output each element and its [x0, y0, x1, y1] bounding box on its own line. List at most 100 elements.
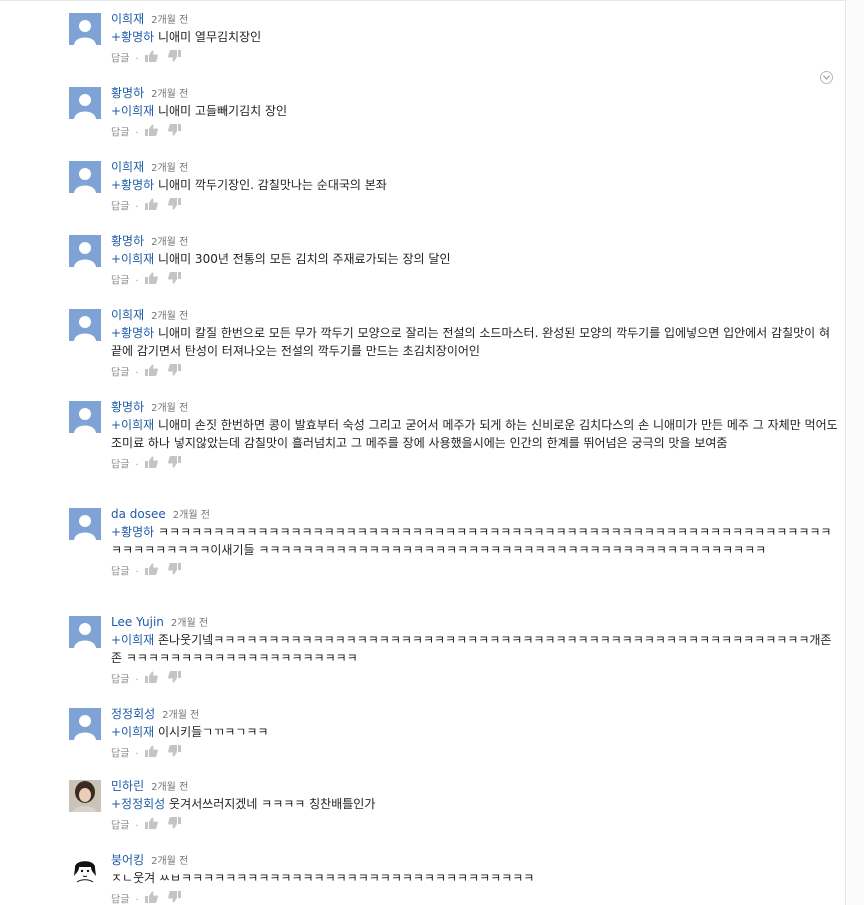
reply-button[interactable]: 답글	[111, 675, 129, 686]
comment-meta: 이희재 2개월 전	[111, 306, 841, 322]
mention-link[interactable]: +이희재	[111, 633, 154, 647]
mention-link[interactable]: +이희재	[111, 725, 154, 739]
comment-content: 니애미 깍두기장인. 감칠맛나는 순대국의 본좌	[154, 178, 387, 192]
comment-meta: da dosee 2개월 전	[111, 505, 841, 521]
reply-button[interactable]: 답글	[111, 128, 129, 139]
comment-timestamp: 2개월 전	[172, 510, 210, 521]
comment-content: 니애미 고들빼기김치 장인	[154, 104, 288, 118]
comment-author-link[interactable]: Lee Yujin	[111, 615, 164, 629]
reply-button[interactable]: 답글	[111, 895, 129, 905]
thumbs-up-icon[interactable]	[144, 50, 158, 67]
avatar[interactable]	[69, 616, 101, 648]
thumbs-up-icon[interactable]	[144, 456, 158, 473]
mention-link[interactable]: +황명하	[111, 525, 154, 539]
chevron-down-circle-icon[interactable]	[820, 71, 833, 84]
separator: ·	[135, 367, 139, 379]
comment-author-link[interactable]: 황명하	[111, 86, 144, 100]
reply-button[interactable]: 답글	[111, 276, 129, 287]
separator: ·	[135, 820, 139, 832]
reply-button[interactable]: 답글	[111, 567, 129, 578]
thumbs-down-icon[interactable]	[167, 272, 181, 289]
thumbs-down-icon[interactable]	[167, 456, 181, 473]
reply-button[interactable]: 답글	[111, 202, 129, 213]
comment-actions: 답글 ·	[111, 456, 841, 473]
thumbs-up-icon[interactable]	[144, 364, 158, 381]
comment-body: Lee Yujin 2개월 전 +이희재 존나웃기넼ㅋㅋㅋㅋㅋㅋㅋㅋㅋㅋㅋㅋㅋㅋㅋ…	[111, 613, 841, 688]
reply-button[interactable]: 답글	[111, 460, 129, 471]
avatar[interactable]	[69, 13, 101, 45]
mention-link[interactable]: +황명하	[111, 326, 154, 340]
mention-link[interactable]: +황명하	[111, 30, 154, 44]
comment-text: +이희재 존나웃기넼ㅋㅋㅋㅋㅋㅋㅋㅋㅋㅋㅋㅋㅋㅋㅋㅋㅋㅋㅋㅋㅋㅋㅋㅋㅋㅋㅋㅋㅋㅋ…	[111, 631, 841, 667]
mention-link[interactable]: +이희재	[111, 418, 154, 432]
comment-text: +이희재 니애미 고들빼기김치 장인	[111, 102, 841, 120]
comment-body: 정정회성 2개월 전 +이희재 이시키들ㄱㄲㅋㄱㅋㅋ 답글 ·	[111, 705, 841, 762]
thumbs-down-icon[interactable]	[167, 124, 181, 141]
avatar[interactable]	[69, 161, 101, 193]
thumbs-up-icon[interactable]	[144, 891, 158, 905]
comment-author-link[interactable]: 황명하	[111, 400, 144, 414]
comment-meta: Lee Yujin 2개월 전	[111, 613, 841, 629]
comment-body: da dosee 2개월 전 +황명하 ㅋㅋㅋㅋㅋㅋㅋㅋㅋㅋㅋㅋㅋㅋㅋㅋㅋㅋㅋㅋㅋ…	[111, 505, 841, 580]
separator: ·	[135, 127, 139, 139]
reply-button[interactable]: 답글	[111, 368, 129, 379]
thumbs-down-icon[interactable]	[167, 50, 181, 67]
comment-meta: 이희재 2개월 전	[111, 10, 841, 26]
comment-actions: 답글 ·	[111, 124, 841, 141]
avatar[interactable]	[69, 854, 101, 886]
comment-meta: 황명하 2개월 전	[111, 398, 841, 414]
reply-button[interactable]: 답글	[111, 54, 129, 65]
thumbs-down-icon[interactable]	[167, 817, 181, 834]
separator: ·	[135, 275, 139, 287]
comment-author-link[interactable]: 이희재	[111, 160, 144, 174]
comment-author-link[interactable]: 정정회성	[111, 707, 155, 721]
avatar[interactable]	[69, 780, 101, 812]
comment-actions: 답글 ·	[111, 745, 841, 762]
mention-link[interactable]: +이희재	[111, 104, 154, 118]
avatar[interactable]	[69, 708, 101, 740]
comment-author-link[interactable]: 황명하	[111, 234, 144, 248]
thumbs-down-icon[interactable]	[167, 364, 181, 381]
comment-author-link[interactable]: 이희재	[111, 308, 144, 322]
thumbs-down-icon[interactable]	[167, 671, 181, 688]
comment-content: 니애미 열무김치장인	[154, 30, 262, 44]
thumbs-down-icon[interactable]	[167, 563, 181, 580]
mention-link[interactable]: +정정회성	[111, 797, 165, 811]
thumbs-up-icon[interactable]	[144, 671, 158, 688]
mention-link[interactable]: +이희재	[111, 252, 154, 266]
thumbs-up-icon[interactable]	[144, 198, 158, 215]
comment-author-link[interactable]: 이희재	[111, 12, 144, 26]
comment-timestamp: 2개월 전	[151, 311, 189, 322]
reply-button[interactable]: 답글	[111, 821, 129, 832]
thumbs-up-icon[interactable]	[144, 563, 158, 580]
side-panel	[846, 0, 864, 905]
avatar[interactable]	[69, 508, 101, 540]
thumbs-down-icon[interactable]	[167, 198, 181, 215]
comment-actions: 답글 ·	[111, 198, 841, 215]
comment-content: 니애미 손짓 한번하면 콩이 발효부터 숙성 그리고 굳어서 메주가 되게 하는…	[111, 418, 838, 450]
avatar[interactable]	[69, 401, 101, 433]
thumbs-up-icon[interactable]	[144, 745, 158, 762]
avatar[interactable]	[69, 87, 101, 119]
avatar[interactable]	[69, 235, 101, 267]
thumbs-up-icon[interactable]	[144, 272, 158, 289]
thumbs-down-icon[interactable]	[167, 745, 181, 762]
reply-button[interactable]: 답글	[111, 749, 129, 760]
comment-text: +황명하 ㅋㅋㅋㅋㅋㅋㅋㅋㅋㅋㅋㅋㅋㅋㅋㅋㅋㅋㅋㅋㅋㅋㅋㅋㅋㅋㅋㅋㅋㅋㅋㅋㅋㅋㅋ…	[111, 523, 841, 559]
avatar[interactable]	[69, 309, 101, 341]
comment-meta: 정정회성 2개월 전	[111, 705, 841, 721]
thumbs-up-icon[interactable]	[144, 124, 158, 141]
thumbs-down-icon[interactable]	[167, 891, 181, 905]
comment-content: 이시키들ㄱㄲㅋㄱㅋㅋ	[154, 725, 269, 739]
comment-timestamp: 2개월 전	[151, 163, 189, 174]
comment-content: 니애미 300년 전통의 모든 김치의 주재료가되는 장의 달인	[154, 252, 451, 266]
comment-author-link[interactable]: 민하린	[111, 779, 144, 793]
thumbs-up-icon[interactable]	[144, 817, 158, 834]
comment-text: +황명하 니애미 열무김치장인	[111, 28, 841, 46]
separator: ·	[135, 748, 139, 760]
comment-actions: 답글 ·	[111, 272, 841, 289]
comment-author-link[interactable]: 붕어킹	[111, 853, 144, 867]
mention-link[interactable]: +황명하	[111, 178, 154, 192]
comment-author-link[interactable]: da dosee	[111, 507, 166, 521]
comment-body: 민하린 2개월 전 +정정회성 웃겨서쓰러지겠네 ㅋㅋㅋㅋ 칭찬배틀인가 답글 ·	[111, 777, 841, 834]
